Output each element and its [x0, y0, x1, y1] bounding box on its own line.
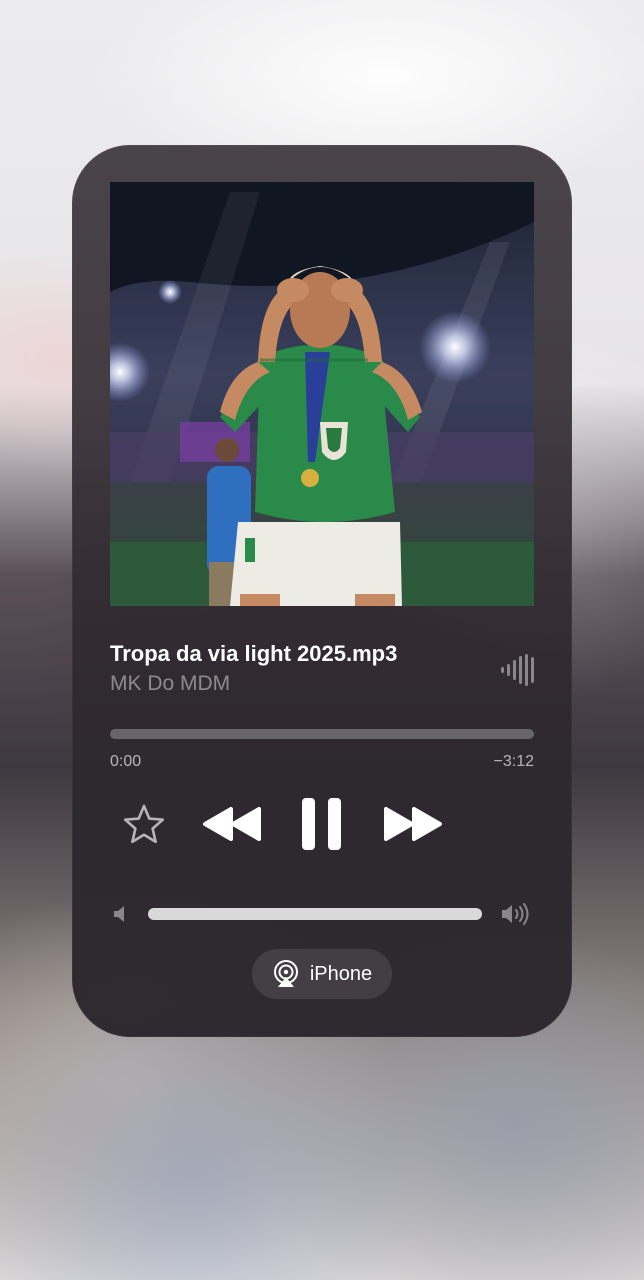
- rewind-icon: [203, 807, 261, 841]
- output-device-label: iPhone: [309, 962, 373, 985]
- speaker-high-icon: [500, 901, 534, 927]
- fast-forward-button[interactable]: [382, 803, 444, 845]
- track-artist[interactable]: MK Do MDM: [110, 672, 490, 696]
- waveform-icon: [500, 653, 536, 687]
- volume-level-fill: [148, 908, 482, 920]
- album-artwork: [110, 182, 534, 606]
- playback-scrubber[interactable]: [110, 729, 534, 739]
- pause-button[interactable]: [300, 797, 344, 851]
- speaker-low-icon: [112, 903, 130, 925]
- favorite-button[interactable]: [121, 801, 167, 847]
- fast-forward-icon: [384, 807, 442, 841]
- now-playing-panel: Tropa da via light 2025.mp3 MK Do MDM 0:…: [72, 145, 572, 1037]
- track-title: Tropa da via light 2025.mp3: [110, 641, 398, 666]
- rewind-button[interactable]: [201, 803, 263, 845]
- volume-slider[interactable]: [148, 908, 482, 920]
- elapsed-time: 0:00: [110, 753, 142, 770]
- star-icon: [123, 804, 165, 844]
- pause-icon: [302, 798, 341, 850]
- remaining-time: −3:12: [493, 753, 534, 770]
- airplay-icon: [273, 960, 298, 987]
- airplay-output-button[interactable]: iPhone: [252, 949, 392, 999]
